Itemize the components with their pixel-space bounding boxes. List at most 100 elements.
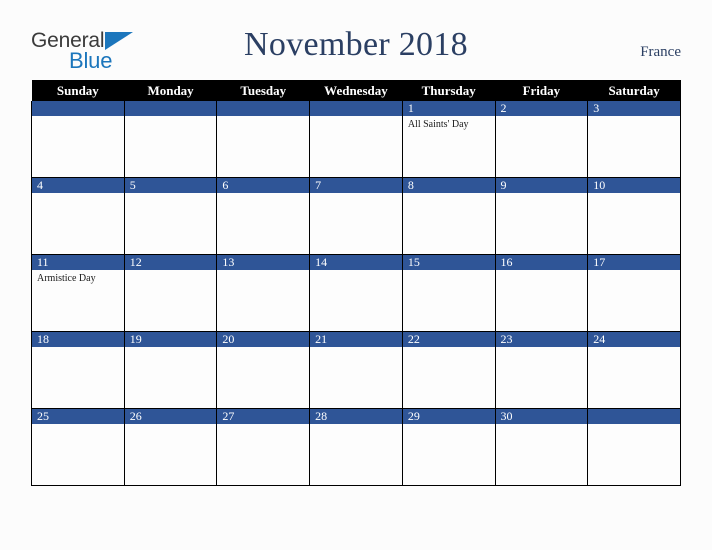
day-events	[588, 116, 680, 119]
day-events	[496, 424, 588, 427]
calendar-day-cell[interactable]: 19	[123, 331, 218, 409]
day-events: Armistice Day	[37, 273, 96, 284]
calendar-day-cell[interactable]: 5	[123, 177, 218, 255]
day-number: 14	[310, 255, 402, 270]
calendar-day-cell[interactable]: 13	[216, 254, 311, 332]
calendar-day-cell[interactable]: 10	[587, 177, 681, 255]
weekday-header-sunday: Sunday	[31, 80, 125, 101]
calendar-day-cell[interactable]: 11 Armistice Day	[31, 254, 125, 332]
day-events	[310, 424, 402, 427]
day-number: 4	[32, 178, 124, 193]
calendar-day-cell[interactable]	[31, 101, 125, 178]
calendar-day-cell[interactable]: 9	[494, 177, 589, 255]
day-events	[217, 270, 309, 273]
day-number	[310, 101, 402, 116]
day-number: 9	[495, 178, 588, 193]
day-number: 8	[402, 178, 495, 193]
day-number: 16	[495, 255, 588, 270]
day-events	[32, 424, 124, 427]
weekday-header-friday: Friday	[495, 80, 588, 101]
calendar-day-cell[interactable]: 20	[216, 331, 311, 409]
day-number: 19	[124, 332, 217, 347]
calendar-day-cell[interactable]: 18	[31, 331, 125, 409]
calendar-day-cell[interactable]: 16	[494, 254, 589, 332]
calendar-day-cell[interactable]: 24	[587, 331, 681, 409]
calendar-day-cell[interactable]	[587, 408, 681, 486]
day-events	[125, 347, 217, 350]
calendar-day-cell[interactable]	[123, 101, 218, 178]
calendar-day-cell[interactable]: 26	[123, 408, 218, 486]
calendar-day-cell[interactable]: 29	[401, 408, 496, 486]
page-header: General Blue November 2018 France	[0, 0, 712, 80]
day-events	[496, 270, 588, 273]
day-events	[125, 424, 217, 427]
day-number: 11	[32, 255, 124, 270]
day-events	[403, 347, 495, 350]
calendar-day-cell[interactable]: 14	[309, 254, 403, 332]
day-events	[32, 116, 124, 119]
day-events	[588, 193, 680, 196]
calendar-day-cell[interactable]: 2	[494, 101, 589, 178]
calendar-day-cell[interactable]: 25	[31, 408, 125, 486]
day-number: 26	[124, 409, 217, 424]
calendar-grid: Sunday Monday Tuesday Wednesday Thursday…	[31, 80, 681, 486]
calendar-day-cell[interactable]: 15	[401, 254, 496, 332]
calendar-day-cell[interactable]	[216, 101, 311, 178]
day-events	[125, 270, 217, 273]
day-events	[310, 116, 402, 119]
calendar-day-cell[interactable]: 3	[587, 101, 681, 178]
calendar-day-cell[interactable]: 30	[494, 408, 589, 486]
day-number: 27	[217, 409, 310, 424]
day-number: 24	[588, 332, 680, 347]
calendar-day-cell[interactable]: 28	[309, 408, 403, 486]
day-events	[310, 347, 402, 350]
day-number	[124, 101, 217, 116]
day-number: 2	[495, 101, 588, 116]
day-number: 5	[124, 178, 217, 193]
calendar-day-cell[interactable]: 21	[309, 331, 403, 409]
day-number	[217, 101, 310, 116]
day-events	[217, 116, 309, 119]
calendar-day-cell[interactable]: 7	[309, 177, 403, 255]
calendar-week-row: 25 26 27 28 29 30	[31, 408, 681, 486]
day-events	[310, 193, 402, 196]
day-number: 10	[588, 178, 680, 193]
day-events	[496, 347, 588, 350]
calendar-day-cell[interactable]	[309, 101, 403, 178]
day-events	[403, 193, 495, 196]
calendar-day-cell[interactable]: 27	[216, 408, 311, 486]
day-events	[32, 347, 124, 350]
calendar-day-cell[interactable]: 12	[123, 254, 218, 332]
day-number: 17	[588, 255, 680, 270]
day-number: 12	[124, 255, 217, 270]
day-events	[32, 193, 124, 196]
calendar-day-cell[interactable]: 1 All Saints' Day	[401, 101, 496, 178]
calendar-day-cell[interactable]: 4	[31, 177, 125, 255]
day-events	[217, 424, 309, 427]
day-number: 22	[402, 332, 495, 347]
day-events	[588, 270, 680, 273]
day-events	[125, 116, 217, 119]
country-label: France	[640, 44, 681, 60]
calendar-day-cell[interactable]: 22	[401, 331, 496, 409]
day-number: 29	[402, 409, 495, 424]
calendar-week-row: 1 All Saints' Day 2 3	[31, 101, 681, 178]
day-number	[32, 101, 124, 116]
calendar-day-cell[interactable]: 8	[401, 177, 496, 255]
day-events: All Saints' Day	[407, 119, 469, 130]
day-events	[403, 270, 495, 273]
calendar-week-row: 11 Armistice Day 12 13 14 15 16 17	[31, 254, 681, 332]
day-number: 3	[588, 101, 680, 116]
day-number	[588, 409, 680, 424]
page-title: November 2018	[244, 26, 468, 63]
weekday-header-row: Sunday Monday Tuesday Wednesday Thursday…	[31, 80, 681, 101]
day-events	[217, 193, 309, 196]
day-number: 28	[310, 409, 402, 424]
day-number: 21	[310, 332, 402, 347]
day-number: 7	[310, 178, 402, 193]
calendar-day-cell[interactable]: 6	[216, 177, 311, 255]
calendar-day-cell[interactable]: 23	[494, 331, 589, 409]
day-number: 15	[402, 255, 495, 270]
calendar-day-cell[interactable]: 17	[587, 254, 681, 332]
day-number: 25	[32, 409, 124, 424]
